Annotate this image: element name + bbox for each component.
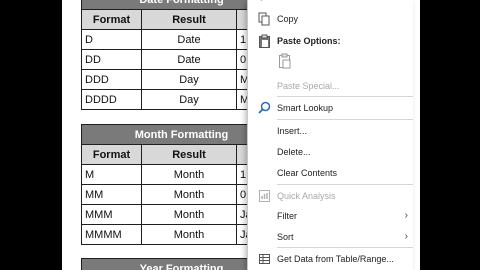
menu-separator: [277, 119, 413, 120]
result-cell[interactable]: Month: [141, 204, 237, 225]
menu-item-clear-contents[interactable]: Clear Contents: [248, 163, 413, 183]
menu-item-filter[interactable]: Filter ›: [248, 206, 413, 226]
menu-item-sort[interactable]: Sort ›: [248, 227, 413, 247]
menu-label: Get Data from Table/Range...: [277, 254, 394, 264]
table-icon: [258, 252, 271, 266]
copy-icon: [258, 12, 271, 26]
menu-separator: [277, 184, 413, 185]
paste-clipboard-icon[interactable]: [277, 53, 293, 69]
result-cell[interactable]: Day: [141, 89, 237, 110]
context-menu: ✂ Copy Paste Options: Paste Special... S…: [247, 0, 413, 270]
menu-label: Clear Contents: [277, 168, 338, 178]
menu-item-insert[interactable]: Insert...: [248, 121, 413, 141]
result-cell[interactable]: Month: [141, 164, 237, 185]
scissors-icon: ✂: [258, 0, 271, 6]
format-cell[interactable]: M: [81, 164, 142, 185]
menu-separator: [277, 96, 413, 97]
format-cell[interactable]: MM: [81, 184, 142, 205]
result-cell[interactable]: Month: [141, 184, 237, 205]
menu-label: Quick Analysis: [277, 191, 336, 201]
header-result[interactable]: Result: [141, 144, 237, 165]
format-cell[interactable]: MMM: [81, 204, 142, 225]
header-format[interactable]: Format: [81, 144, 142, 165]
header-result[interactable]: Result: [141, 9, 237, 30]
menu-item-paste-options: Paste Options:: [248, 31, 413, 51]
quick-analysis-icon: [258, 189, 271, 203]
menu-label: Paste Special...: [277, 81, 340, 91]
menu-label: Smart Lookup: [277, 103, 334, 113]
result-cell[interactable]: Month: [141, 224, 237, 245]
format-cell[interactable]: D: [81, 29, 142, 50]
clipboard-icon: [258, 34, 271, 48]
search-icon: [258, 101, 271, 115]
menu-item-quick-analysis[interactable]: Quick Analysis: [248, 186, 413, 206]
menu-label: Filter: [277, 211, 297, 221]
result-cell[interactable]: Day: [141, 69, 237, 90]
menu-item-get-data[interactable]: Get Data from Table/Range...: [248, 249, 413, 269]
format-cell[interactable]: MMMM: [81, 224, 142, 245]
menu-item-smart-lookup[interactable]: Smart Lookup: [248, 98, 413, 118]
result-cell[interactable]: Date: [141, 49, 237, 70]
result-cell[interactable]: Date: [141, 29, 237, 50]
menu-item-paste-special[interactable]: Paste Special...: [248, 76, 413, 96]
menu-item-copy[interactable]: Copy: [248, 9, 413, 29]
format-cell[interactable]: DDD: [81, 69, 142, 90]
menu-label: Delete...: [277, 147, 311, 157]
chevron-right-icon: ›: [404, 231, 408, 242]
menu-label: Insert...: [277, 126, 308, 136]
format-cell[interactable]: DDDD: [81, 89, 142, 110]
menu-label: Paste Options:: [277, 36, 341, 46]
chevron-right-icon: ›: [404, 210, 408, 221]
menu-label: Copy: [277, 14, 299, 24]
menu-item-cut[interactable]: ✂: [248, 0, 413, 9]
header-format[interactable]: Format: [81, 9, 142, 30]
format-cell[interactable]: DD: [81, 49, 142, 70]
menu-item-delete[interactable]: Delete...: [248, 142, 413, 162]
menu-label: Sort: [277, 232, 294, 242]
menu-separator: [277, 247, 413, 248]
